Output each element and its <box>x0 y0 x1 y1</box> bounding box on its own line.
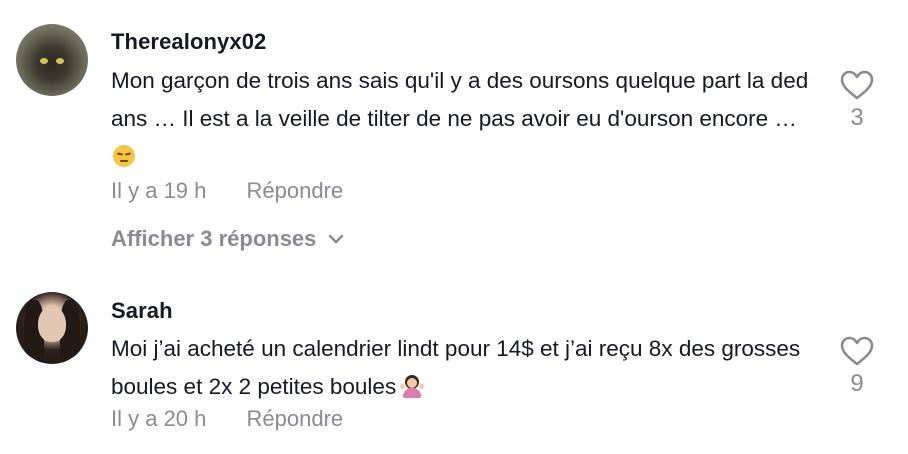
comment-username[interactable]: Therealonyx02 <box>111 29 266 55</box>
like-count: 9 <box>850 370 864 397</box>
avatar-face <box>38 306 66 342</box>
comment-username[interactable]: Sarah <box>111 298 173 324</box>
avatar[interactable] <box>16 292 88 364</box>
chevron-down-icon <box>329 234 344 244</box>
comment-text-content: Mon garçon de trois ans sais qu'il y a d… <box>111 68 809 131</box>
comment-timestamp: Il y a 19 h <box>111 178 207 203</box>
heart-outline-icon <box>840 70 874 100</box>
like-button[interactable]: 9 <box>836 336 878 398</box>
avatar[interactable] <box>16 24 88 96</box>
reply-button[interactable]: Répondre <box>247 406 344 432</box>
like-count: 3 <box>850 104 864 131</box>
like-button[interactable]: 3 <box>836 70 878 132</box>
comment-meta: Il y a 19 h Répondre <box>111 178 343 204</box>
view-replies-label: Afficher 3 réponses <box>111 226 317 251</box>
comment-text-content: Moi j’ai acheté un calendrier lindt pour… <box>111 336 801 399</box>
comment-item: Sarah Moi j’ai acheté un calendrier lind… <box>0 280 908 454</box>
comment-timestamp: Il y a 20 h <box>111 406 207 431</box>
pensive-face-icon <box>113 145 135 167</box>
heart-outline-icon <box>840 336 874 366</box>
avatar-eye <box>56 58 64 64</box>
reply-button[interactable]: Répondre <box>247 178 344 204</box>
woman-shrugging-icon <box>400 374 425 398</box>
comment-item: Therealonyx02 Mon garçon de trois ans sa… <box>0 0 908 280</box>
comment-text: Moi j’ai acheté un calendrier lindt pour… <box>111 330 811 406</box>
comment-meta: Il y a 20 h Répondre <box>111 406 343 432</box>
avatar-eye <box>40 58 48 64</box>
comment-text: Mon garçon de trois ans sais qu'il y a d… <box>111 62 811 176</box>
view-replies-button[interactable]: Afficher 3 réponses <box>111 226 344 252</box>
